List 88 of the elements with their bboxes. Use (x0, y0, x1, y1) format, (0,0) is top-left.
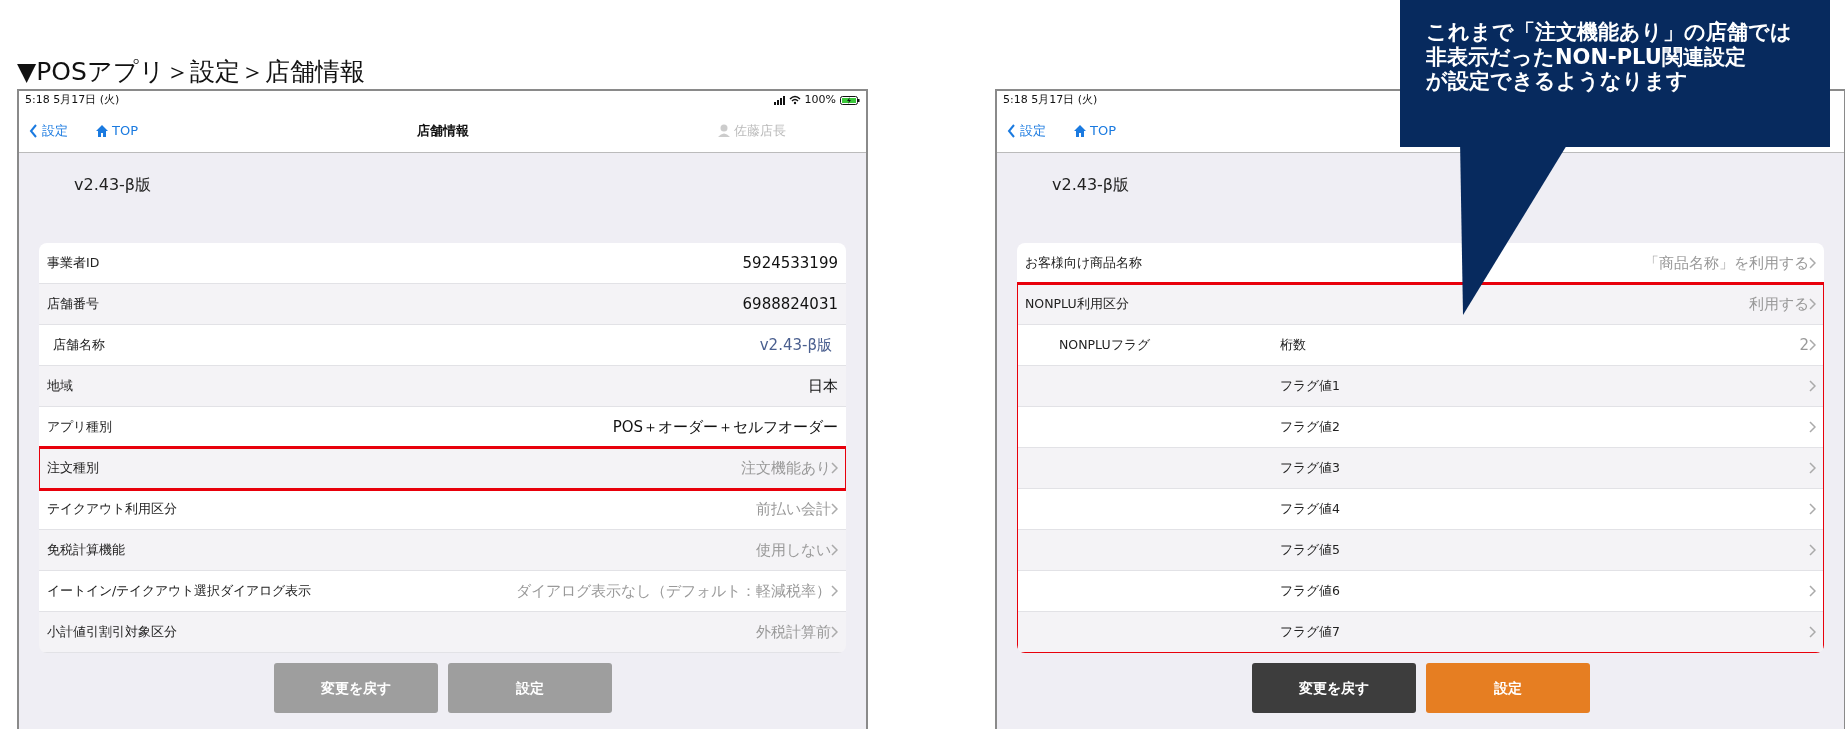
settings-row[interactable]: NONPLU利用区分 利用する (1017, 284, 1824, 325)
row-label: イートイン/テイクアウト選択ダイアログ表示 (47, 581, 312, 600)
row-label: 店舗番号 (47, 294, 99, 313)
settings-row[interactable]: フラグ値6 (1017, 571, 1824, 612)
row-value: 6988824031 (742, 293, 838, 315)
row-sublabel: フラグ値6 (1280, 581, 1340, 600)
chevron-icon (831, 544, 838, 556)
row-label: 免税計算機能 (47, 540, 125, 559)
signal-icon (773, 95, 785, 105)
back-chevron-icon (1007, 123, 1016, 138)
row-sublabel: フラグ値4 (1280, 499, 1340, 518)
row-label: 地域 (47, 376, 73, 395)
chevron-icon (1809, 298, 1816, 310)
chevron-icon (1809, 585, 1816, 597)
battery-percent: 100% (804, 91, 836, 108)
settings-row[interactable]: イートイン/テイクアウト選択ダイアログ表示 ダイアログ表示なし（デフォルト：軽減税率） (39, 571, 846, 612)
row-value: 外税計算前 (756, 621, 831, 643)
row-label: テイクアウト利用区分 (47, 499, 177, 518)
row-value: 2 (1799, 334, 1809, 356)
row-value: 使用しない (756, 539, 831, 561)
chevron-icon (1809, 257, 1816, 269)
chevron-icon (1809, 503, 1816, 515)
settings-row[interactable]: フラグ値4 (1017, 489, 1824, 530)
row-value: 注文機能あり (741, 457, 831, 479)
row-sublabel: フラグ値2 (1280, 417, 1340, 436)
chevron-icon (831, 626, 838, 638)
home-icon (1074, 124, 1086, 137)
chevron-icon (831, 462, 838, 474)
row-value: 「商品名称」を利用する (1644, 252, 1809, 274)
chevron-icon (1809, 421, 1816, 433)
settings-row[interactable]: フラグ値7 (1017, 612, 1824, 653)
row-value: ダイアログ表示なし（デフォルト：軽減税率） (516, 580, 831, 602)
back-chevron-icon (29, 123, 38, 138)
callout-text: が設定できるようなります (1426, 69, 1689, 94)
row-value: 5924533199 (742, 252, 838, 274)
version-label: v2.43-β版 (1052, 175, 1130, 194)
row-value: 日本 (808, 375, 838, 397)
status-time: 5:18 5月17日 (火) (1003, 91, 1098, 108)
top-link[interactable]: TOP (1074, 120, 1116, 141)
row-sublabel: 桁数 (1280, 335, 1306, 354)
page-caption: ▼POSアプリ＞設定＞店舗情報 (17, 57, 365, 85)
status-time: 5:18 5月17日 (火) (25, 91, 120, 108)
revert-button[interactable]: 変更を戻す (1251, 663, 1416, 713)
row-sublabel: フラグ値5 (1280, 540, 1340, 559)
home-icon (96, 124, 108, 137)
settings-row[interactable]: フラグ値1 (1017, 366, 1824, 407)
user-name: 佐藤店長 (734, 121, 786, 140)
settings-row[interactable]: 免税計算機能 使用しない (39, 530, 846, 571)
settings-row[interactable]: テイクアウト利用区分 前払い会計 (39, 489, 846, 530)
row-label: NONPLUフラグ (1058, 335, 1151, 354)
row-label: 注文種別 (47, 458, 99, 477)
chevron-icon (1809, 339, 1816, 351)
settings-row[interactable]: フラグ値5 (1017, 530, 1824, 571)
battery-icon (840, 95, 860, 105)
user-icon (718, 124, 730, 137)
row-label: NONPLU利用区分 (1025, 294, 1129, 313)
settings-row[interactable]: NONPLUフラグ 桁数 2 (1017, 325, 1824, 366)
row-label: お客様向け商品名称 (1025, 253, 1142, 272)
row-value: 前払い会計 (756, 498, 831, 520)
row-sublabel: フラグ値1 (1280, 376, 1340, 395)
row-sublabel: フラグ値7 (1280, 622, 1340, 641)
settings-row[interactable]: 注文種別 注文機能あり (39, 448, 846, 489)
row-label: 事業者ID (47, 253, 100, 272)
row-value: POS＋オーダー＋セルフオーダー (612, 416, 838, 438)
chevron-icon (1809, 626, 1816, 638)
chevron-icon (1809, 544, 1816, 556)
settings-row[interactable]: フラグ値2 (1017, 407, 1824, 448)
back-link[interactable]: 設定 (29, 120, 68, 141)
chevron-icon (1809, 380, 1816, 392)
row-sublabel: フラグ値3 (1280, 458, 1340, 477)
row-value: v2.43-β版 (759, 334, 832, 356)
callout-text: これまで「注文機能あり」の店舗では (1426, 20, 1793, 45)
chevron-icon (831, 503, 838, 515)
settings-row[interactable]: フラグ値3 (1017, 448, 1824, 489)
screen-title: 店舗情報 (416, 121, 469, 140)
callout-text: 非表示だったNON-PLU関連設定 (1426, 44, 1747, 70)
version-label: v2.43-β版 (74, 175, 152, 194)
settings-row[interactable]: 小計値引割引対象区分 外税計算前 (39, 612, 846, 653)
row-label: 店舗名称 (52, 335, 105, 354)
settings-row[interactable]: お客様向け商品名称 「商品名称」を利用する (1017, 243, 1824, 284)
row-value: 利用する (1749, 293, 1809, 315)
chevron-icon (831, 585, 838, 597)
row-label: アプリ種別 (47, 417, 112, 436)
top-link[interactable]: TOP (96, 120, 138, 141)
row-label: 小計値引割引対象区分 (47, 622, 177, 641)
wifi-icon (788, 95, 801, 105)
back-link[interactable]: 設定 (1007, 120, 1046, 141)
chevron-icon (1809, 462, 1816, 474)
